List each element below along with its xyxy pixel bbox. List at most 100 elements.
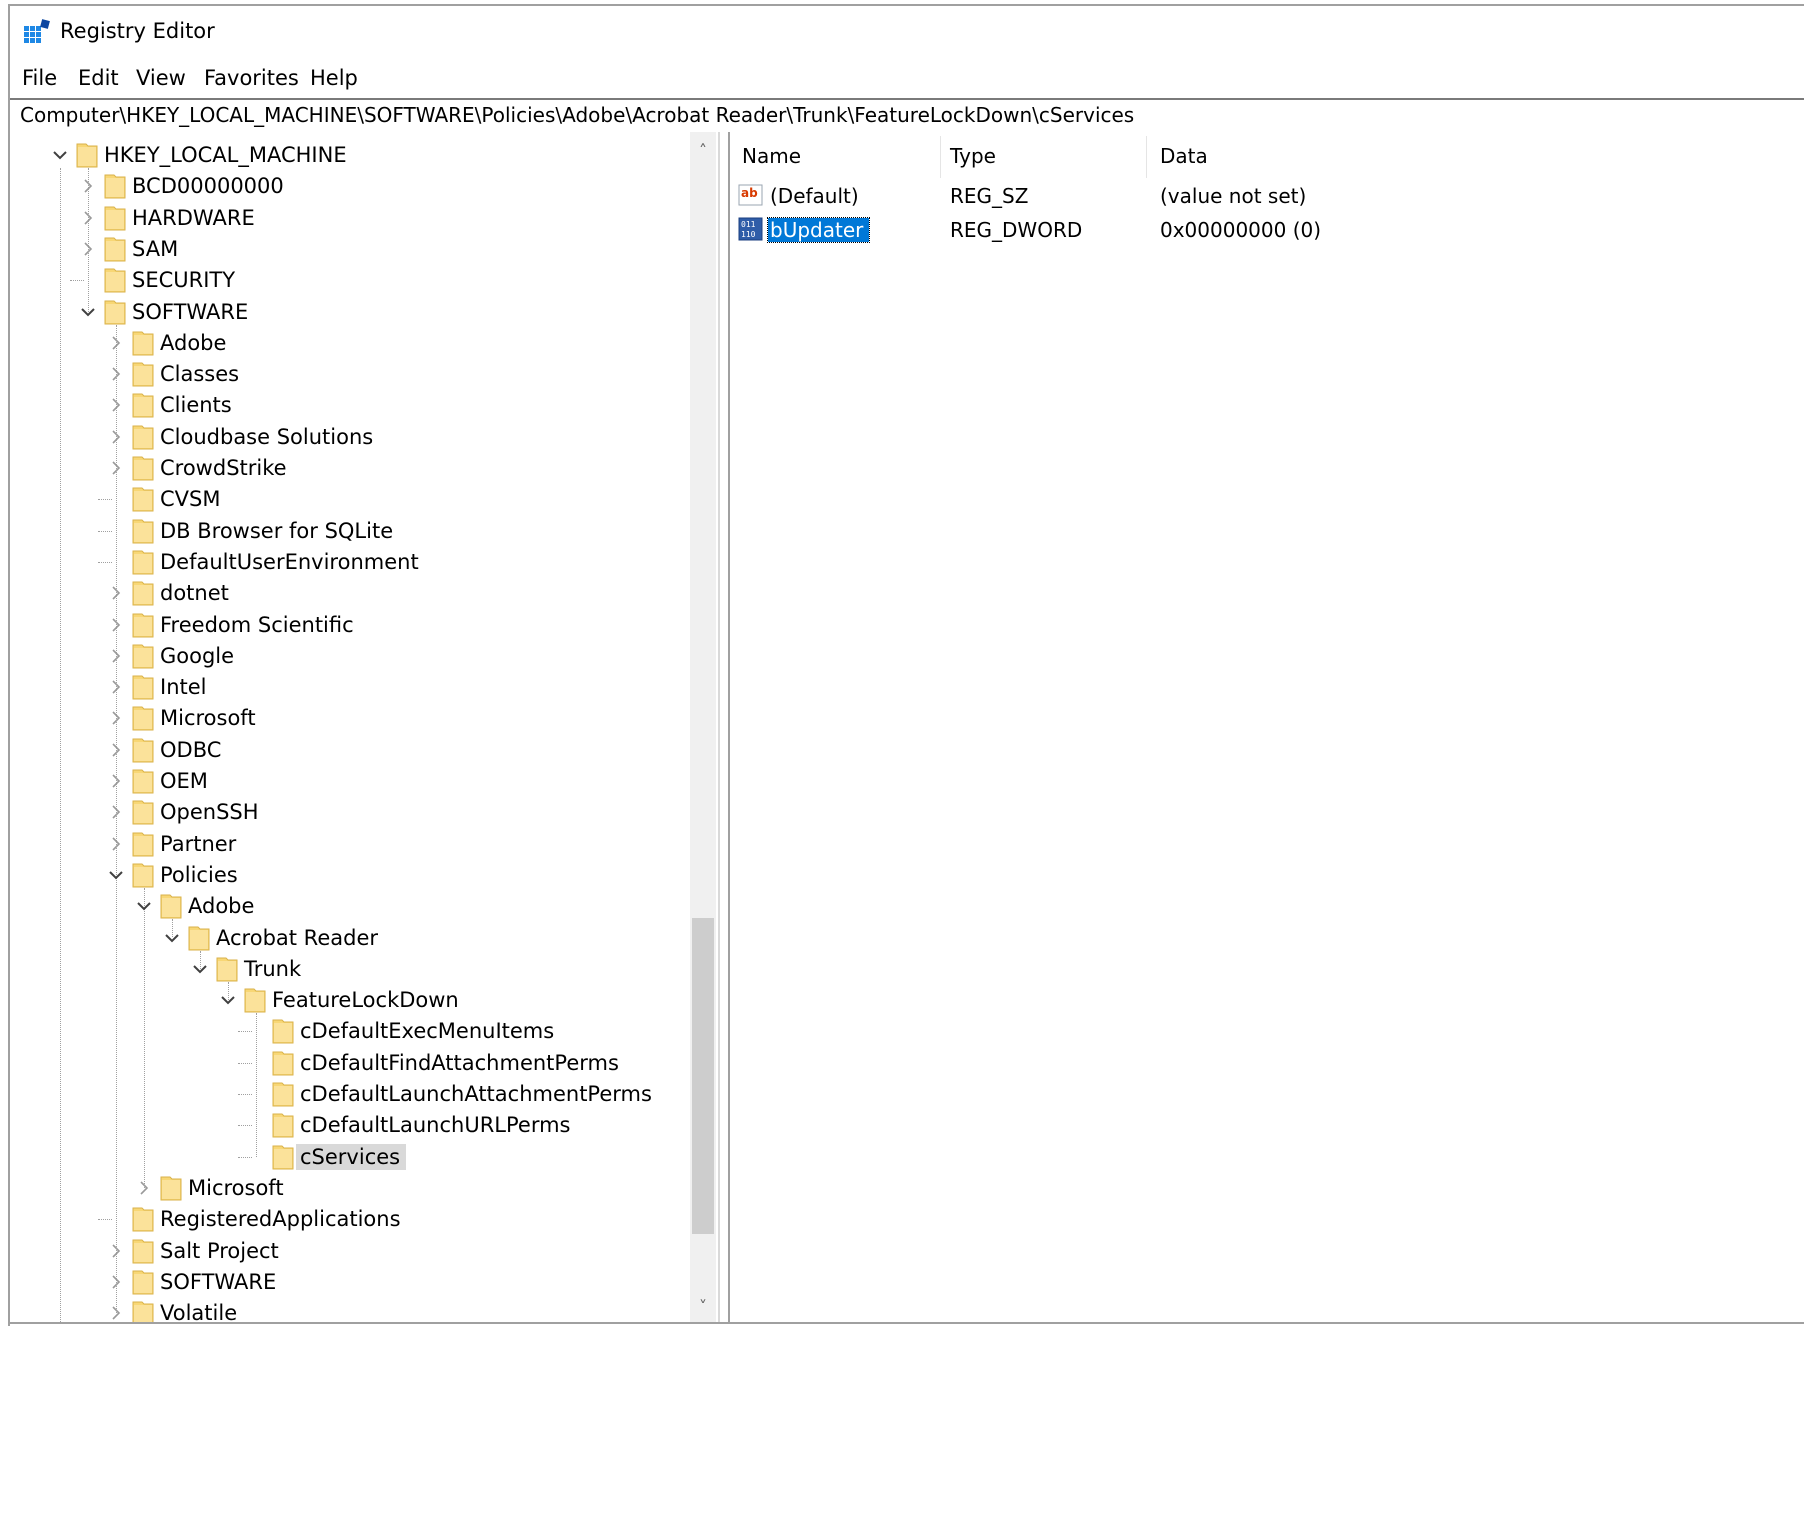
tree-node-hkey-local-machine[interactable]: HKEY_LOCAL_MACHINE: [10, 140, 690, 170]
tree-node-microsoft[interactable]: Microsoft: [10, 703, 690, 733]
tree-guide-line: [70, 280, 84, 282]
scroll-thumb[interactable]: [692, 918, 714, 1234]
chevron-right-icon[interactable]: [106, 1241, 126, 1261]
tree-node-software[interactable]: SOFTWARE: [10, 1267, 690, 1297]
folder-icon: [132, 769, 154, 794]
tree-node-defaultuserenvironment[interactable]: DefaultUserEnvironment: [10, 547, 690, 577]
chevron-right-icon[interactable]: [106, 802, 126, 822]
tree-node-intel[interactable]: Intel: [10, 672, 690, 702]
tree-node-registeredapplications[interactable]: RegisteredApplications: [10, 1204, 690, 1234]
tree-node-sam[interactable]: SAM: [10, 234, 690, 264]
tree-scrollbar[interactable]: ˄ ˅: [690, 132, 716, 1324]
value-type: REG_SZ: [950, 184, 1029, 208]
tree-node-bcd00000000[interactable]: BCD00000000: [10, 171, 690, 201]
chevron-down-icon[interactable]: [162, 928, 182, 948]
tree-node-cloudbase-solutions[interactable]: Cloudbase Solutions: [10, 422, 690, 452]
tree-node-freedom-scientific[interactable]: Freedom Scientific: [10, 610, 690, 640]
column-divider[interactable]: [1146, 136, 1147, 178]
value-row-selected[interactable]: 011 110 bUpdater REG_DWORD 0x00000000 (0…: [730, 214, 1804, 246]
chevron-right-icon[interactable]: [106, 364, 126, 384]
tree-node-clients[interactable]: Clients: [10, 390, 690, 420]
chevron-right-icon[interactable]: [78, 208, 98, 228]
folder-icon: [104, 237, 126, 262]
chevron-right-icon[interactable]: [106, 771, 126, 791]
tree-node-policies[interactable]: Policies: [10, 860, 690, 890]
tree-node-adobe[interactable]: Adobe: [10, 891, 690, 921]
tree-node-trunk[interactable]: Trunk: [10, 954, 690, 984]
tree-node-featurelockdown[interactable]: FeatureLockDown: [10, 985, 690, 1015]
chevron-right-icon[interactable]: [106, 708, 126, 728]
chevron-down-icon[interactable]: [190, 959, 210, 979]
column-divider[interactable]: [940, 136, 941, 178]
chevron-right-icon[interactable]: [134, 1178, 154, 1198]
tree-node-google[interactable]: Google: [10, 641, 690, 671]
chevron-right-icon[interactable]: [106, 677, 126, 697]
value-row[interactable]: ab (Default) REG_SZ (value not set): [730, 180, 1804, 212]
menu-favorites[interactable]: Favorites: [204, 66, 299, 90]
chevron-down-icon[interactable]: [78, 302, 98, 322]
tree-node-security[interactable]: SECURITY: [10, 265, 690, 295]
tree-node-openssh[interactable]: OpenSSH: [10, 797, 690, 827]
tree-node-oem[interactable]: OEM: [10, 766, 690, 796]
chevron-down-icon[interactable]: [50, 145, 70, 165]
menu-view[interactable]: View: [136, 66, 186, 90]
chevron-right-icon[interactable]: [106, 427, 126, 447]
chevron-right-icon[interactable]: [106, 395, 126, 415]
tree-node-label: SAM: [132, 236, 179, 261]
folder-icon: [132, 487, 154, 512]
chevron-down-icon[interactable]: [106, 865, 126, 885]
tree-node-db-browser-for-sqlite[interactable]: DB Browser for SQLite: [10, 516, 690, 546]
chevron-right-icon[interactable]: [106, 1272, 126, 1292]
tree-node-label: dotnet: [160, 581, 229, 606]
tree-node-classes[interactable]: Classes: [10, 359, 690, 389]
tree-node-adobe[interactable]: Adobe: [10, 328, 690, 358]
address-path[interactable]: Computer\HKEY_LOCAL_MACHINE\SOFTWARE\Pol…: [20, 103, 1134, 127]
tree-node-partner[interactable]: Partner: [10, 829, 690, 859]
tree-node-acrobat-reader[interactable]: Acrobat Reader: [10, 923, 690, 953]
chevron-right-icon[interactable]: [106, 333, 126, 353]
registry-editor-icon: [24, 19, 50, 43]
column-header-data[interactable]: Data: [1160, 144, 1208, 168]
menu-edit[interactable]: Edit: [78, 66, 119, 90]
chevron-right-icon[interactable]: [106, 583, 126, 603]
registry-tree[interactable]: HKEY_LOCAL_MACHINE BCD00000000 HARDWARE SAM…: [10, 132, 718, 1324]
scroll-down-icon[interactable]: ˅: [690, 1292, 716, 1322]
tree-node-cdefaultfindattachmentperms[interactable]: cDefaultFindAttachmentPerms: [10, 1048, 690, 1078]
chevron-right-icon[interactable]: [78, 239, 98, 259]
folder-icon: [216, 957, 238, 982]
menu-help[interactable]: Help: [310, 66, 358, 90]
tree-node-microsoft[interactable]: Microsoft: [10, 1173, 690, 1203]
tree-node-hardware[interactable]: HARDWARE: [10, 203, 690, 233]
tree-node-volatile[interactable]: Volatile: [10, 1298, 690, 1324]
chevron-right-icon[interactable]: [106, 646, 126, 666]
tree-node-cdefaultexecmenuitems[interactable]: cDefaultExecMenuItems: [10, 1016, 690, 1046]
tree-node-cservices[interactable]: cServices: [10, 1142, 690, 1172]
tree-node-dotnet[interactable]: dotnet: [10, 578, 690, 608]
values-list[interactable]: Name Type Data ab (Default) REG_SZ (valu…: [730, 132, 1804, 1324]
folder-icon: [132, 800, 154, 825]
scroll-up-icon[interactable]: ˄: [690, 136, 716, 166]
menu-file[interactable]: File: [22, 66, 57, 90]
chevron-right-icon[interactable]: [106, 615, 126, 635]
folder-icon: [160, 894, 182, 919]
tree-node-cvsm[interactable]: CVSM: [10, 484, 690, 514]
chevron-down-icon[interactable]: [218, 990, 238, 1010]
chevron-right-icon[interactable]: [106, 458, 126, 478]
chevron-right-icon[interactable]: [106, 834, 126, 854]
tree-node-label: Partner: [160, 831, 237, 856]
tree-node-cdefaultlaunchattachmentperms[interactable]: cDefaultLaunchAttachmentPerms: [10, 1079, 690, 1109]
chevron-right-icon[interactable]: [106, 1303, 126, 1323]
tree-node-label: CrowdStrike: [160, 456, 287, 480]
column-header-type[interactable]: Type: [950, 144, 996, 168]
tree-node-software[interactable]: SOFTWARE: [10, 297, 690, 327]
chevron-right-icon[interactable]: [78, 176, 98, 196]
tree-node-odbc[interactable]: ODBC: [10, 735, 690, 765]
column-header-name[interactable]: Name: [742, 144, 801, 168]
address-bar[interactable]: Computer\HKEY_LOCAL_MACHINE\SOFTWARE\Pol…: [10, 98, 1804, 134]
tree-node-salt-project[interactable]: Salt Project: [10, 1236, 690, 1266]
chevron-right-icon[interactable]: [106, 740, 126, 760]
tree-node-cdefaultlaunchurlperms[interactable]: cDefaultLaunchURLPerms: [10, 1110, 690, 1140]
pane-splitter[interactable]: [718, 132, 730, 1324]
chevron-down-icon[interactable]: [134, 896, 154, 916]
tree-node-crowdstrike[interactable]: CrowdStrike: [10, 453, 690, 483]
